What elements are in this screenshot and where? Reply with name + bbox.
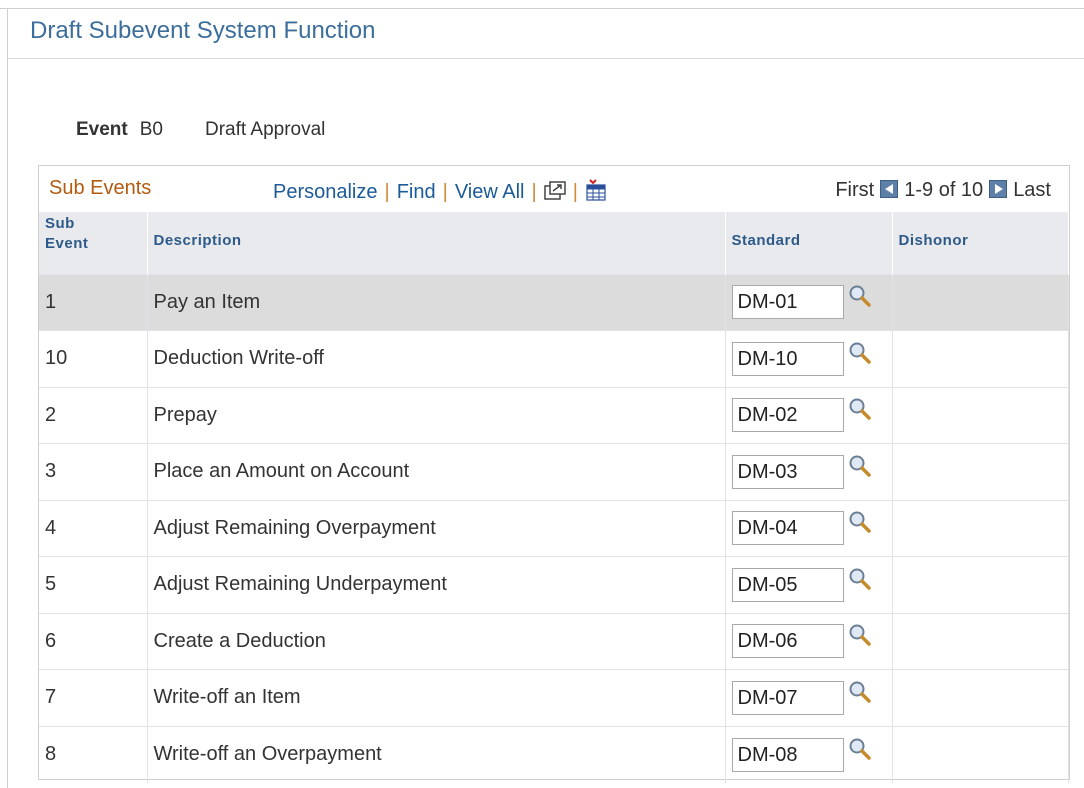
standard-cell: DM-08 bbox=[725, 725, 893, 783]
dishonor-cell bbox=[892, 273, 1069, 331]
table-row: 6 Create a Deduction DM-06 bbox=[39, 612, 1069, 670]
magnifier-icon[interactable] bbox=[848, 510, 872, 540]
sub-event-cell: 7 bbox=[39, 669, 148, 726]
grid-pagination: First 1-9 of 10 Last bbox=[835, 179, 1051, 202]
table-row: 10 Deduction Write-off DM-10 bbox=[39, 330, 1069, 387]
standard-input[interactable]: DM-04 bbox=[731, 511, 844, 546]
magnifier-icon[interactable] bbox=[848, 623, 872, 653]
sub-events-table: Sub Event Description Standard Dishonor 1… bbox=[39, 212, 1069, 783]
sub-event-cell: 1 bbox=[39, 273, 148, 331]
column-header-sub-event-line2: Event bbox=[45, 235, 89, 252]
magnifier-icon[interactable] bbox=[848, 737, 872, 767]
standard-input[interactable]: DM-03 bbox=[731, 454, 844, 489]
event-label: Event bbox=[76, 119, 128, 140]
table-row: 3 Place an Amount on Account DM-03 bbox=[39, 443, 1069, 500]
column-header-description[interactable]: Description bbox=[147, 212, 726, 274]
sub-events-grid: Sub Events Personalize | Find | View All | | F… bbox=[38, 165, 1070, 783]
grid-toolbar: Personalize | Find | View All | | bbox=[273, 179, 607, 207]
description-cell: Write-off an Item bbox=[147, 669, 726, 726]
table-row: 4 Adjust Remaining Overpayment DM-04 bbox=[39, 499, 1069, 557]
sub-event-cell: 10 bbox=[39, 330, 148, 387]
first-link[interactable]: First bbox=[835, 179, 874, 201]
description-cell: Deduction Write-off bbox=[147, 330, 726, 387]
standard-cell: DM-06 bbox=[725, 612, 893, 670]
standard-cell: DM-05 bbox=[725, 556, 893, 613]
magnifier-icon[interactable] bbox=[848, 680, 872, 710]
new-window-icon[interactable] bbox=[543, 181, 566, 207]
description-cell: Prepay bbox=[147, 386, 726, 444]
sub-event-cell: 8 bbox=[39, 725, 148, 783]
dishonor-cell bbox=[892, 499, 1069, 557]
last-link[interactable]: Last bbox=[1013, 179, 1051, 201]
arrow-right-icon[interactable] bbox=[989, 180, 1008, 198]
table-row: 2 Prepay DM-02 bbox=[39, 386, 1069, 444]
standard-cell: DM-02 bbox=[725, 386, 893, 444]
standard-cell: DM-04 bbox=[725, 499, 893, 557]
description-cell: Adjust Remaining Overpayment bbox=[147, 499, 726, 557]
column-header-sub-event[interactable]: Sub Event bbox=[39, 212, 148, 274]
personalize-link[interactable]: Personalize bbox=[273, 181, 378, 203]
event-description: Draft Approval bbox=[205, 119, 326, 140]
toolbar-separator: | bbox=[384, 181, 390, 203]
magnifier-icon[interactable] bbox=[848, 284, 872, 314]
page-frame-left bbox=[7, 8, 8, 788]
description-cell: Create a Deduction bbox=[147, 612, 726, 670]
dishonor-cell bbox=[892, 612, 1069, 670]
toolbar-separator: | bbox=[572, 181, 578, 203]
description-cell: Pay an Item bbox=[147, 273, 726, 331]
sub-event-cell: 6 bbox=[39, 612, 148, 670]
view-all-link[interactable]: View All bbox=[455, 181, 525, 203]
sub-event-cell: 3 bbox=[39, 443, 148, 500]
toolbar-separator: | bbox=[531, 181, 537, 203]
standard-cell: DM-07 bbox=[725, 669, 893, 726]
dishonor-cell bbox=[892, 443, 1069, 500]
magnifier-icon[interactable] bbox=[848, 567, 872, 597]
column-header-dishonor[interactable]: Dishonor bbox=[892, 212, 1069, 274]
magnifier-icon[interactable] bbox=[848, 454, 872, 484]
download-grid-icon[interactable] bbox=[585, 179, 607, 207]
standard-cell: DM-10 bbox=[725, 330, 893, 387]
magnifier-icon[interactable] bbox=[848, 397, 872, 427]
table-row: 1 Pay an Item DM-01 bbox=[39, 273, 1069, 331]
arrow-left-icon[interactable] bbox=[880, 180, 899, 198]
dishonor-cell bbox=[892, 725, 1069, 783]
standard-input[interactable]: DM-01 bbox=[731, 285, 844, 320]
sub-event-cell: 4 bbox=[39, 499, 148, 557]
standard-input[interactable]: DM-10 bbox=[731, 341, 844, 376]
standard-cell: DM-01 bbox=[725, 273, 893, 331]
dishonor-cell bbox=[892, 556, 1069, 613]
sub-event-cell: 2 bbox=[39, 386, 148, 444]
description-cell: Place an Amount on Account bbox=[147, 443, 726, 500]
page-title: Draft Subevent System Function bbox=[30, 17, 376, 44]
standard-input[interactable]: DM-08 bbox=[731, 737, 844, 772]
table-row: 7 Write-off an Item DM-07 bbox=[39, 669, 1069, 726]
table-row: 8 Write-off an Overpayment DM-08 bbox=[39, 725, 1069, 783]
grid-header: Sub Events Personalize | Find | View All | | F… bbox=[39, 166, 1069, 212]
sub-event-cell: 5 bbox=[39, 556, 148, 613]
magnifier-icon[interactable] bbox=[848, 341, 872, 371]
standard-input[interactable]: DM-07 bbox=[731, 680, 844, 715]
description-cell: Write-off an Overpayment bbox=[147, 725, 726, 783]
column-header-sub-event-line1: Sub bbox=[45, 215, 75, 232]
row-range: 1-9 of 10 bbox=[904, 179, 984, 201]
page-frame-top bbox=[0, 8, 1084, 9]
standard-input[interactable]: DM-06 bbox=[731, 624, 844, 659]
grid-title: Sub Events bbox=[49, 177, 152, 199]
table-row: 5 Adjust Remaining Underpayment DM-05 bbox=[39, 556, 1069, 613]
dishonor-cell bbox=[892, 330, 1069, 387]
event-info: Event B0 Draft Approval bbox=[76, 119, 325, 141]
table-header-row: Sub Event Description Standard Dishonor bbox=[39, 212, 1069, 274]
description-cell: Adjust Remaining Underpayment bbox=[147, 556, 726, 613]
event-code: B0 bbox=[139, 119, 163, 140]
standard-input[interactable]: DM-05 bbox=[731, 567, 844, 602]
dishonor-cell bbox=[892, 669, 1069, 726]
standard-cell: DM-03 bbox=[725, 443, 893, 500]
column-header-standard[interactable]: Standard bbox=[725, 212, 893, 274]
standard-input[interactable]: DM-02 bbox=[731, 398, 844, 433]
title-divider bbox=[8, 58, 1084, 59]
toolbar-separator: | bbox=[442, 181, 448, 203]
find-link[interactable]: Find bbox=[397, 181, 436, 203]
dishonor-cell bbox=[892, 386, 1069, 444]
